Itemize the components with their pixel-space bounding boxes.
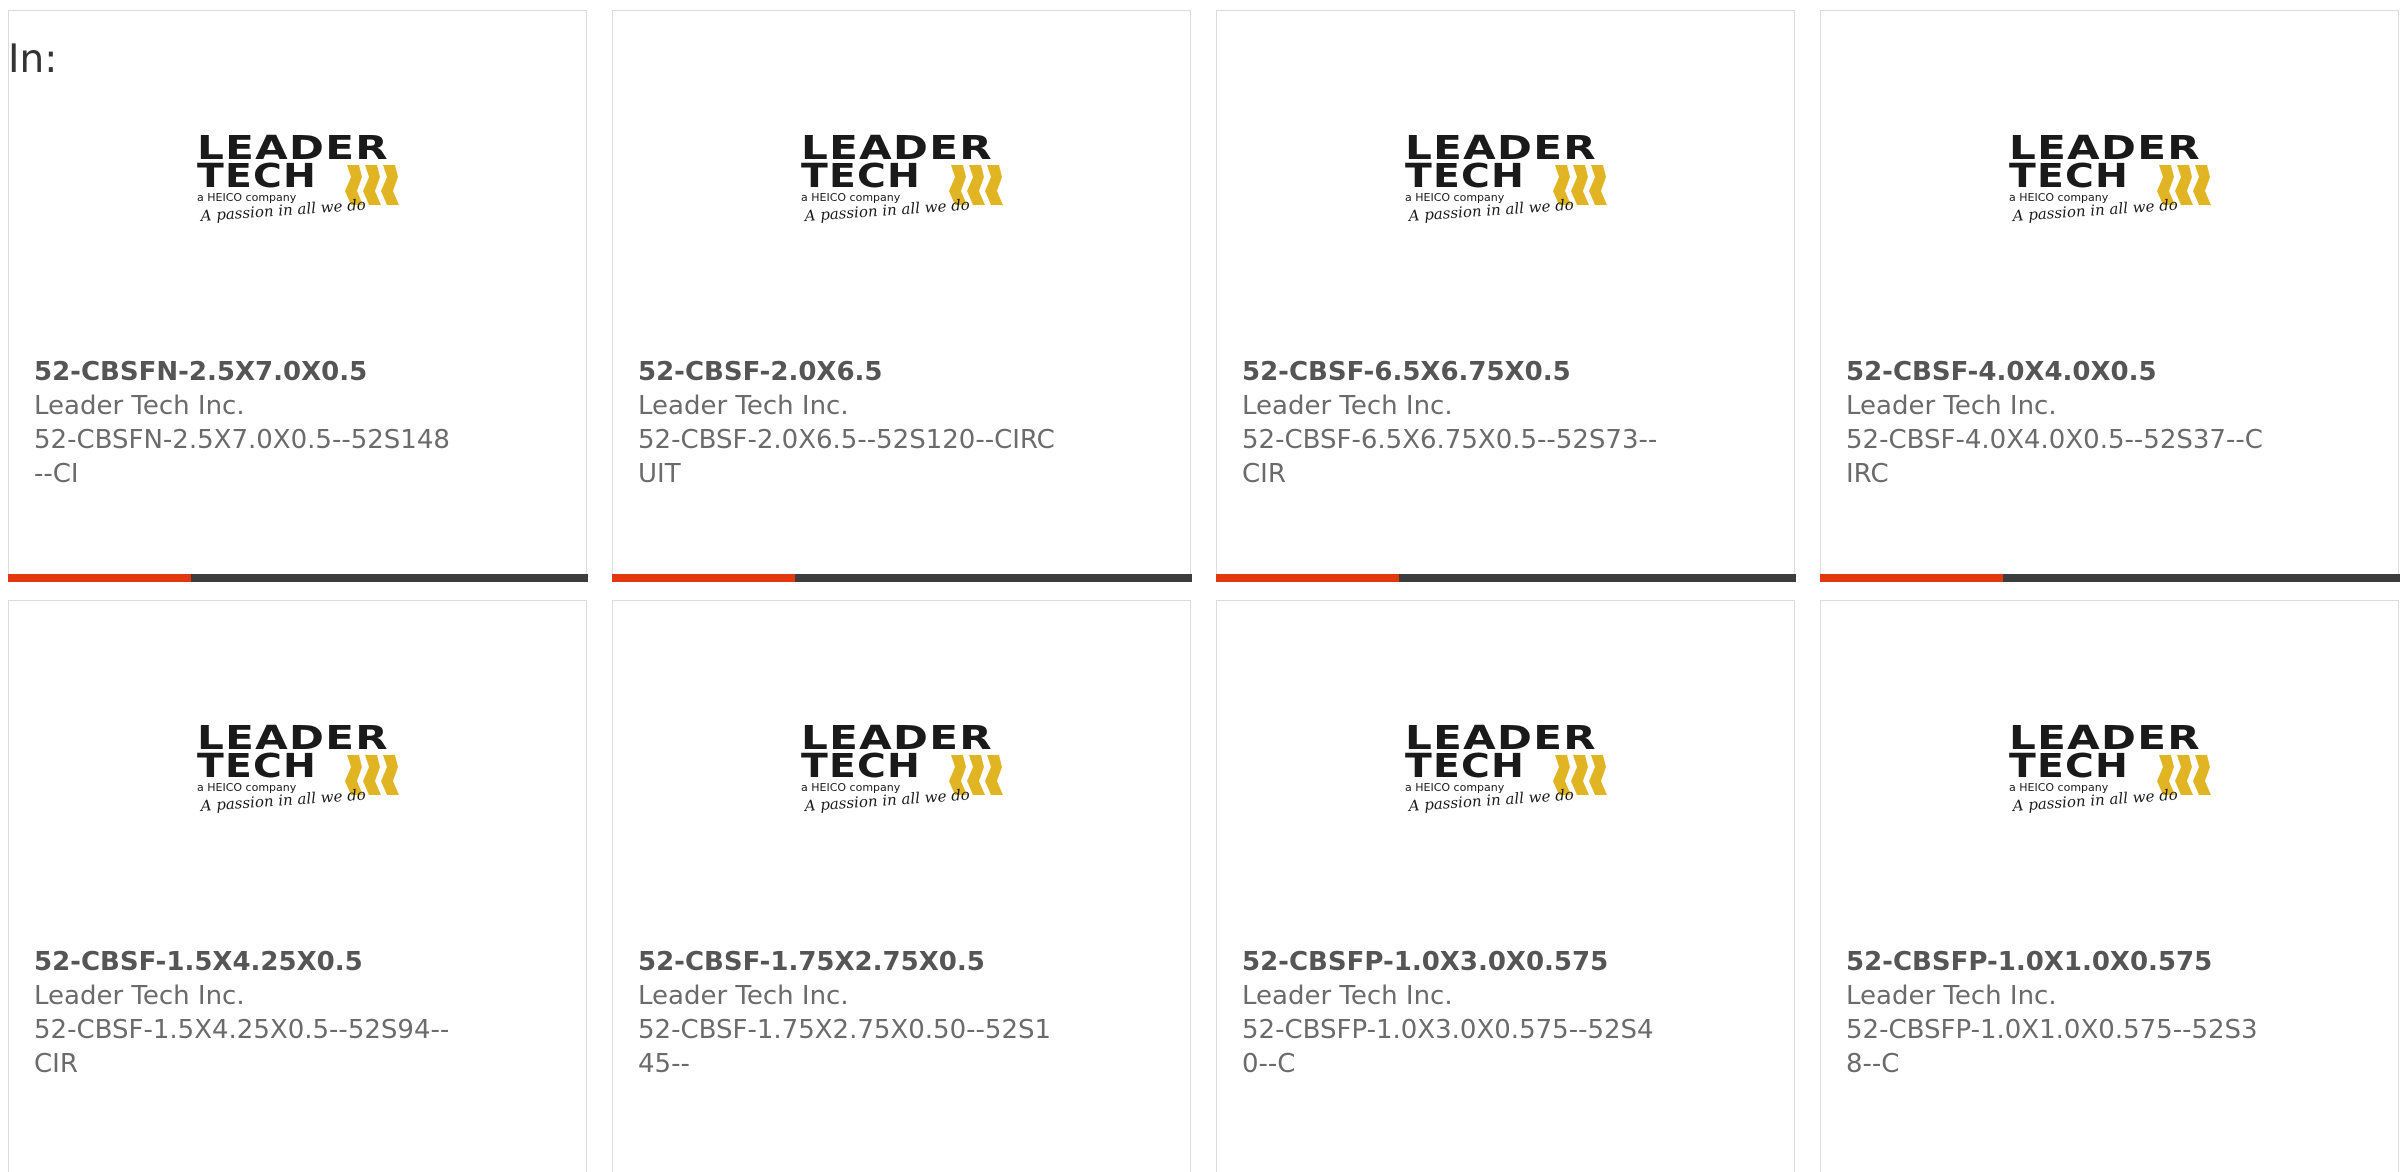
product-title[interactable]: 52-CBSFP-1.0X3.0X0.575 [1242,945,1662,979]
svg-text:TECH: TECH [801,746,921,785]
product-manufacturer: Leader Tech Inc. [34,391,245,421]
product-card[interactable]: LEADER TECH a HEICO company A passion in al… [1215,10,1796,582]
card-progress-bar [1215,574,1796,582]
product-description: 52-CBSF-2.0X6.5--52S120--CIRCUIT [638,425,1055,489]
leader-tech-logo: LEADER TECH a HEICO company A passion in al… [197,128,407,229]
card-bar-accent [1819,574,2003,582]
product-info: 52-CBSFN-2.5X7.0X0.5 Leader Tech Inc. 52… [34,355,454,491]
svg-text:TECH: TECH [2009,156,2129,195]
product-description: 52-CBSF-4.0X4.0X0.5--52S37--CIRC [1846,425,2263,489]
product-manufacturer: Leader Tech Inc. [1846,391,2057,421]
product-card[interactable]: LEADER TECH a HEICO company A passion in al… [1820,600,2399,1172]
product-title[interactable]: 52-CBSF-1.75X2.75X0.5 [638,945,1058,979]
svg-text:TECH: TECH [197,746,317,785]
product-description: 52-CBSFP-1.0X3.0X0.575--52S40--C [1242,1015,1654,1079]
product-description: 52-CBSF-1.75X2.75X0.50--52S145-- [638,1015,1052,1079]
product-title[interactable]: 52-CBSFN-2.5X7.0X0.5 [34,355,454,389]
card-bar-accent [7,574,191,582]
product-title[interactable]: 52-CBSF-2.0X6.5 [638,355,1058,389]
product-title[interactable]: 52-CBSFP-1.0X1.0X0.575 [1846,945,2266,979]
svg-text:TECH: TECH [801,156,921,195]
card-progress-bar [7,574,588,582]
svg-text:TECH: TECH [1405,156,1525,195]
leader-tech-logo: LEADER TECH a HEICO company A passion in al… [1405,128,1615,229]
card-progress-bar [1819,574,2400,582]
product-title[interactable]: 52-CBSF-1.5X4.25X0.5 [34,945,454,979]
product-manufacturer: Leader Tech Inc. [34,981,245,1011]
product-info: 52-CBSF-1.75X2.75X0.5 Leader Tech Inc. 5… [638,945,1058,1081]
product-info: 52-CBSF-4.0X4.0X0.5 Leader Tech Inc. 52-… [1846,355,2266,491]
leader-tech-logo: LEADER TECH a HEICO company A passion in al… [197,718,407,819]
product-title[interactable]: 52-CBSF-4.0X4.0X0.5 [1846,355,2266,389]
leader-tech-logo: LEADER TECH a HEICO company A passion in al… [2009,718,2219,819]
product-card[interactable]: LEADER TECH a HEICO company A passion in al… [1819,10,2400,582]
product-manufacturer: Leader Tech Inc. [1846,981,2057,1011]
product-grid: LEADER TECH a HEICO company A passion in al… [7,10,2400,1172]
leader-tech-logo: LEADER TECH a HEICO company A passion in al… [1405,718,1615,819]
product-description: 52-CBSFP-1.0X1.0X0.575--52S38--C [1846,1015,2258,1079]
product-card[interactable]: LEADER TECH a HEICO company A passion in al… [1216,600,1795,1172]
leader-tech-logo: LEADER TECH a HEICO company A passion in al… [2009,128,2219,229]
in-label: In: [8,37,58,82]
svg-text:TECH: TECH [1405,746,1525,785]
product-description: 52-CBSF-1.5X4.25X0.5--52S94--CIR [34,1015,450,1079]
card-progress-bar [611,574,1192,582]
product-card[interactable]: LEADER TECH a HEICO company A passion in al… [611,10,1192,582]
product-description: 52-CBSFN-2.5X7.0X0.5--52S148--CI [34,425,450,489]
product-info: 52-CBSF-2.0X6.5 Leader Tech Inc. 52-CBSF… [638,355,1058,491]
product-card[interactable]: LEADER TECH a HEICO company A passion in al… [612,600,1191,1172]
svg-text:TECH: TECH [197,156,317,195]
product-manufacturer: Leader Tech Inc. [638,391,849,421]
product-info: 52-CBSFP-1.0X1.0X0.575 Leader Tech Inc. … [1846,945,2266,1081]
svg-text:TECH: TECH [2009,746,2129,785]
product-title[interactable]: 52-CBSF-6.5X6.75X0.5 [1242,355,1662,389]
product-manufacturer: Leader Tech Inc. [1242,981,1453,1011]
leader-tech-logo: LEADER TECH a HEICO company A passion in al… [801,718,1011,819]
product-manufacturer: Leader Tech Inc. [638,981,849,1011]
product-manufacturer: Leader Tech Inc. [1242,391,1453,421]
product-card[interactable]: LEADER TECH a HEICO company A passion in al… [7,10,588,582]
card-bar-accent [611,574,795,582]
product-info: 52-CBSF-1.5X4.25X0.5 Leader Tech Inc. 52… [34,945,454,1081]
card-bar-accent [1215,574,1399,582]
product-info: 52-CBSF-6.5X6.75X0.5 Leader Tech Inc. 52… [1242,355,1662,491]
product-description: 52-CBSF-6.5X6.75X0.5--52S73--CIR [1242,425,1658,489]
leader-tech-logo: LEADER TECH a HEICO company A passion in al… [801,128,1011,229]
product-info: 52-CBSFP-1.0X3.0X0.575 Leader Tech Inc. … [1242,945,1662,1081]
product-card[interactable]: LEADER TECH a HEICO company A passion in al… [8,600,587,1172]
